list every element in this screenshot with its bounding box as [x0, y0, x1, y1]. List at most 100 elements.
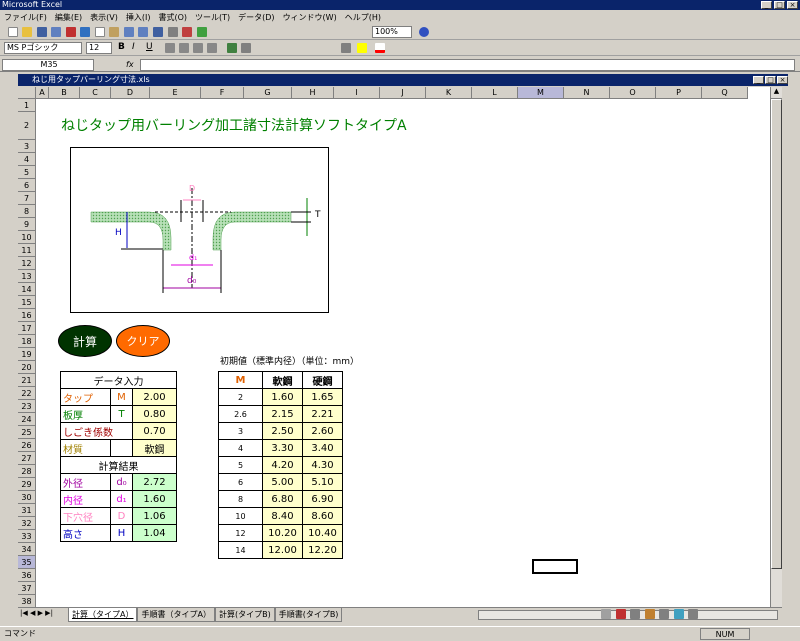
minimize-button[interactable]: _	[761, 1, 772, 9]
borders-icon[interactable]	[341, 43, 351, 53]
row-header[interactable]: 4	[18, 153, 36, 166]
sheet-tab[interactable]: 手順書(タイプB)	[274, 608, 343, 622]
column-header[interactable]: B	[49, 87, 80, 99]
row-header[interactable]: 27	[18, 452, 36, 465]
row-header[interactable]: 6	[18, 179, 36, 192]
menu-item[interactable]: データ(D)	[238, 13, 274, 22]
row-header[interactable]: 20	[18, 361, 36, 374]
save-icon[interactable]	[36, 27, 47, 37]
column-header[interactable]: N	[564, 87, 610, 99]
align-right-icon[interactable]	[193, 43, 203, 53]
bold-button[interactable]: B	[118, 42, 125, 52]
input-value[interactable]: 0.80	[132, 405, 177, 423]
column-header[interactable]: P	[656, 87, 702, 99]
row-header[interactable]: 2	[18, 112, 36, 140]
row-header[interactable]: 14	[18, 283, 36, 296]
row-header[interactable]: 15	[18, 296, 36, 309]
menu-item[interactable]: ファイル(F)	[4, 13, 47, 22]
tab-nav-icon[interactable]: |◀ ◀ ▶ ▶|	[20, 609, 53, 617]
copy-icon[interactable]	[94, 27, 105, 37]
column-header[interactable]: E	[150, 87, 201, 99]
row-header[interactable]: 7	[18, 192, 36, 205]
menu-item[interactable]: ヘルプ(H)	[345, 13, 381, 22]
column-header[interactable]: I	[334, 87, 380, 99]
column-header[interactable]: K	[426, 87, 472, 99]
row-header[interactable]: 1	[18, 99, 36, 112]
active-cell-cursor[interactable]	[532, 559, 578, 574]
row-header[interactable]: 35	[18, 556, 36, 569]
column-header[interactable]: F	[201, 87, 244, 99]
input-value[interactable]: 0.70	[132, 422, 177, 440]
row-header[interactable]: 5	[18, 166, 36, 179]
column-header[interactable]: Q	[702, 87, 748, 99]
new-icon[interactable]	[7, 27, 18, 37]
menu-item[interactable]: 書式(O)	[158, 13, 187, 22]
row-header[interactable]: 16	[18, 309, 36, 322]
column-header[interactable]: O	[610, 87, 656, 99]
row-header[interactable]: 25	[18, 426, 36, 439]
cut-icon[interactable]	[80, 27, 91, 37]
merge-icon[interactable]	[207, 43, 217, 53]
size-combo[interactable]: 12	[86, 42, 112, 54]
row-header[interactable]: 9	[18, 218, 36, 231]
undo-icon[interactable]	[123, 27, 134, 37]
image-icon[interactable]	[673, 609, 684, 619]
clipart-icon[interactable]	[659, 609, 670, 619]
hyperlink-icon[interactable]	[153, 27, 164, 37]
paste-icon[interactable]	[109, 27, 120, 37]
row-header[interactable]: 24	[18, 413, 36, 426]
chart-icon[interactable]	[196, 27, 207, 37]
input-value[interactable]: 2.00	[132, 388, 177, 406]
row-header[interactable]: 18	[18, 335, 36, 348]
select-all-corner[interactable]	[18, 87, 36, 99]
row-header[interactable]: 10	[18, 231, 36, 244]
row-header[interactable]: 11	[18, 244, 36, 257]
align-left-icon[interactable]	[165, 43, 175, 53]
redo-icon[interactable]	[138, 27, 149, 37]
row-header[interactable]: 8	[18, 205, 36, 218]
input-value[interactable]: 軟鋼	[132, 439, 177, 457]
column-header[interactable]: M	[518, 87, 564, 99]
underline-button[interactable]: U	[146, 42, 153, 52]
autosum-icon[interactable]	[167, 27, 178, 37]
spell-icon[interactable]	[65, 27, 76, 37]
row-header[interactable]: 23	[18, 400, 36, 413]
wb-restore-button[interactable]: □	[765, 76, 776, 84]
row-header[interactable]: 37	[18, 582, 36, 595]
sheet-tab[interactable]: 計算（タイプA）	[68, 608, 138, 622]
calculate-button[interactable]: 計算	[58, 325, 112, 357]
row-header[interactable]: 13	[18, 270, 36, 283]
menu-item[interactable]: 挿入(I)	[126, 13, 151, 22]
italic-button[interactable]: I	[132, 42, 135, 52]
vertical-scrollbar[interactable]: ▲	[770, 87, 782, 607]
row-header[interactable]: 30	[18, 491, 36, 504]
row-header[interactable]: 17	[18, 322, 36, 335]
align-center-icon[interactable]	[179, 43, 189, 53]
font-color-icon[interactable]	[375, 43, 385, 53]
row-header[interactable]: 21	[18, 374, 36, 387]
close-button[interactable]: ×	[787, 1, 798, 9]
column-header[interactable]: C	[80, 87, 111, 99]
row-header[interactable]: 34	[18, 543, 36, 556]
row-header[interactable]: 31	[18, 504, 36, 517]
row-header[interactable]: 32	[18, 517, 36, 530]
row-header[interactable]: 19	[18, 348, 36, 361]
open-icon[interactable]	[22, 27, 33, 37]
menu-item[interactable]: ウィンドウ(W)	[283, 13, 337, 22]
print-icon[interactable]	[51, 27, 62, 37]
column-header[interactable]: J	[380, 87, 426, 99]
fill-color-icon[interactable]	[357, 43, 367, 53]
row-header[interactable]: 12	[18, 257, 36, 270]
menu-item[interactable]: 表示(V)	[90, 13, 118, 22]
sheet-tab[interactable]: 手順書（タイプA）	[137, 608, 215, 622]
row-header[interactable]: 36	[18, 569, 36, 582]
wb-close-button[interactable]: ×	[777, 76, 788, 84]
menu-item[interactable]: 編集(E)	[55, 13, 82, 22]
row-header[interactable]: 3	[18, 140, 36, 153]
column-header[interactable]: A	[36, 87, 49, 99]
font-combo[interactable]: MS Pゴシック	[4, 42, 82, 54]
scroll-thumb[interactable]	[771, 99, 782, 569]
sheet-grid[interactable]: ABCDEFGHIJKLMNOPQ 1 2 3 4 5 6 7 8 9 10 11 12 13 14 15 1…	[18, 87, 770, 607]
macro-icon[interactable]	[688, 609, 699, 619]
sort-icon[interactable]	[182, 27, 193, 37]
